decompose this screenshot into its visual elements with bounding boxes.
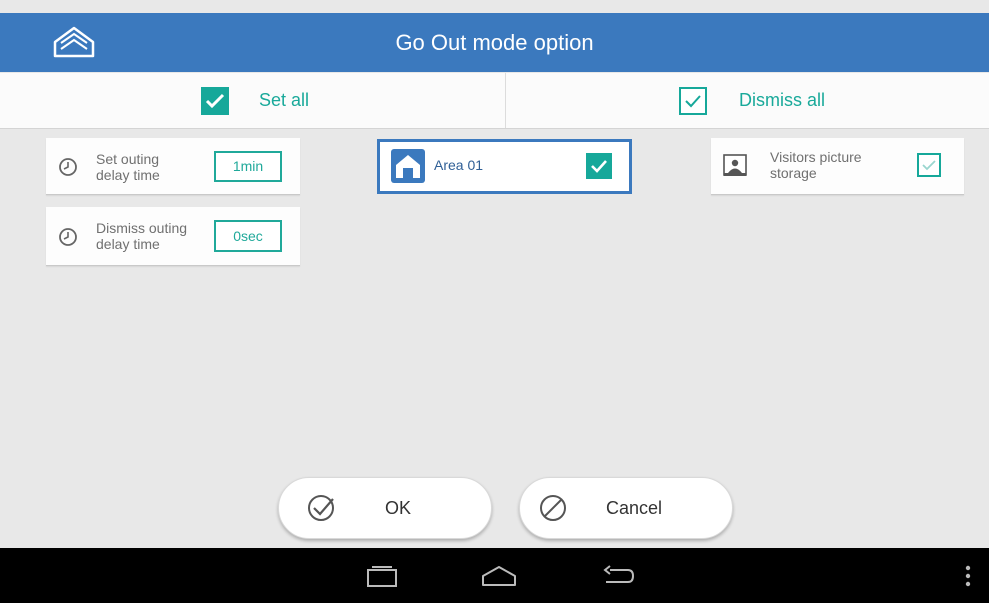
clock-icon	[59, 158, 77, 176]
area-label: Area 01	[434, 157, 484, 173]
checkbox-outline-icon	[679, 86, 707, 115]
area-01-card[interactable]: Area 01	[377, 139, 632, 194]
clock-icon	[59, 228, 77, 246]
visitors-label: Visitors picture storage	[770, 149, 862, 181]
back-icon	[603, 565, 635, 583]
set-outing-label: Set outing delay time	[96, 151, 160, 183]
visitors-picture-card: Visitors picture storage	[711, 138, 964, 195]
cancel-label: Cancel	[606, 498, 663, 518]
dismiss-outing-delay-value[interactable]: 0sec	[214, 220, 282, 252]
house-icon	[391, 149, 425, 183]
overflow-menu-icon	[965, 565, 971, 587]
recent-apps-icon	[367, 566, 397, 587]
dismiss-outing-label: Dismiss outing delay time	[96, 220, 188, 252]
recent-apps-button[interactable]	[362, 558, 402, 594]
cancel-button[interactable]: Cancel	[519, 477, 733, 539]
set-outing-delay-card: Set outing delay time 1min	[46, 138, 300, 195]
set-all-button[interactable]: Set all	[201, 73, 309, 128]
page-title: Go Out mode option	[395, 30, 594, 55]
dismiss-all-label: Dismiss all	[739, 90, 826, 110]
title-bar: Go Out mode option	[0, 13, 989, 72]
divider	[505, 73, 506, 128]
dismiss-outing-delay-card: Dismiss outing delay time 0sec	[46, 207, 300, 266]
ok-button[interactable]: OK	[278, 477, 492, 539]
dismiss-all-button[interactable]: Dismiss all	[679, 73, 825, 128]
checkmark-icon	[591, 160, 607, 173]
android-home-button[interactable]	[479, 558, 519, 594]
checkbox-checked-icon	[201, 86, 229, 115]
selection-bar: Set all Dismiss all	[0, 73, 989, 129]
checkmark-icon	[922, 159, 936, 170]
navigation-bar	[0, 548, 989, 603]
cancel-circle-icon	[540, 495, 566, 521]
set-all-label: Set all	[259, 90, 310, 110]
area-checkbox[interactable]	[586, 153, 612, 179]
overflow-menu-button[interactable]	[948, 558, 988, 594]
visitors-checkbox[interactable]	[917, 153, 941, 177]
picture-icon	[723, 154, 747, 176]
back-button[interactable]	[598, 558, 638, 594]
set-outing-delay-value[interactable]: 1min	[214, 151, 282, 182]
android-home-icon	[482, 566, 516, 586]
ok-label: OK	[385, 498, 412, 518]
checkmark-circle-icon	[308, 495, 334, 521]
